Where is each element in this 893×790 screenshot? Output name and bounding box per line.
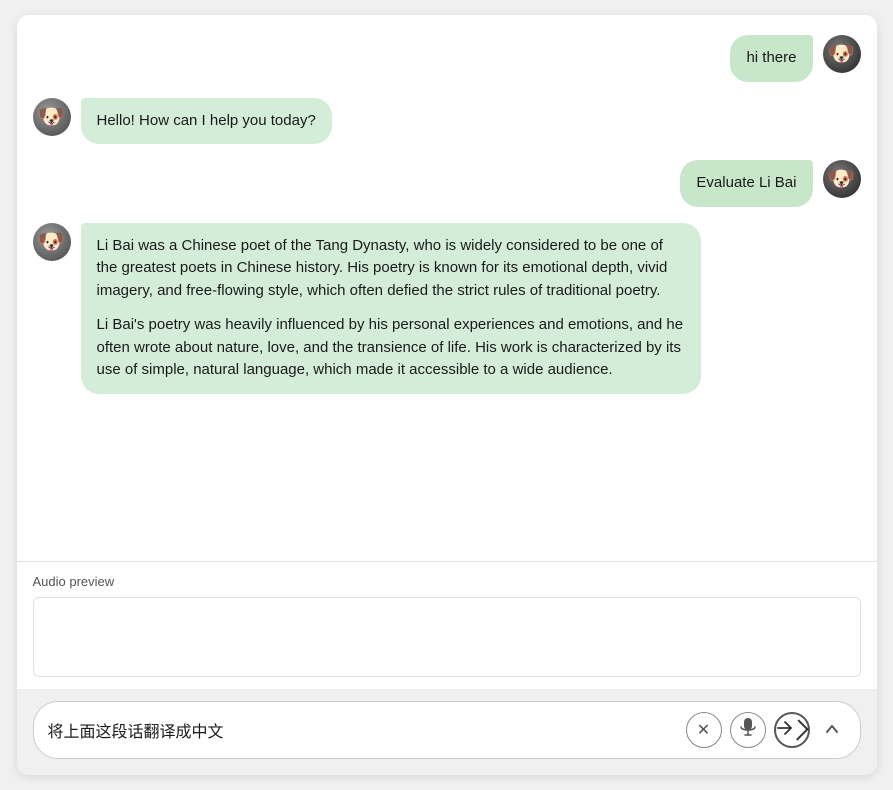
audio-preview-box [33, 597, 861, 677]
mic-icon [740, 718, 756, 743]
user-bubble-3: Evaluate Li Bai [680, 160, 812, 207]
bot-bubble-4: Li Bai was a Chinese poet of the Tang Dy… [81, 223, 701, 394]
chat-messages-area: hi there Hello! How can I help you today… [17, 15, 877, 561]
message-row-3: Evaluate Li Bai [33, 160, 861, 207]
mic-button[interactable] [730, 712, 766, 748]
send-button[interactable] [774, 712, 810, 748]
message-input[interactable] [48, 721, 678, 739]
bot-message-para-2: Li Bai's poetry was heavily influenced b… [97, 314, 685, 382]
input-container: ✕ [33, 701, 861, 759]
clear-icon: ✕ [697, 720, 710, 740]
user-bubble-1: hi there [730, 35, 812, 82]
user-message-text-1: hi there [746, 49, 796, 66]
bot-bubble-2: Hello! How can I help you today? [81, 98, 332, 145]
bot-message-text-2: Hello! How can I help you today? [97, 112, 316, 129]
message-row-4: Li Bai was a Chinese poet of the Tang Dy… [33, 223, 861, 394]
message-row-1: hi there [33, 35, 861, 82]
bot-avatar-4 [33, 223, 71, 261]
input-area: ✕ [17, 689, 877, 775]
user-avatar-1 [823, 35, 861, 73]
send-icon [776, 719, 794, 742]
bot-message-para-1: Li Bai was a Chinese poet of the Tang Dy… [97, 235, 685, 303]
user-message-text-3: Evaluate Li Bai [696, 174, 796, 191]
user-avatar-3 [823, 160, 861, 198]
expand-button[interactable] [818, 716, 846, 744]
chat-window: hi there Hello! How can I help you today… [17, 15, 877, 775]
message-row-2: Hello! How can I help you today? [33, 98, 861, 145]
chevron-up-icon [825, 720, 839, 741]
bot-avatar-2 [33, 98, 71, 136]
audio-preview-section: Audio preview [17, 561, 877, 689]
clear-button[interactable]: ✕ [686, 712, 722, 748]
audio-preview-label: Audio preview [33, 574, 861, 589]
